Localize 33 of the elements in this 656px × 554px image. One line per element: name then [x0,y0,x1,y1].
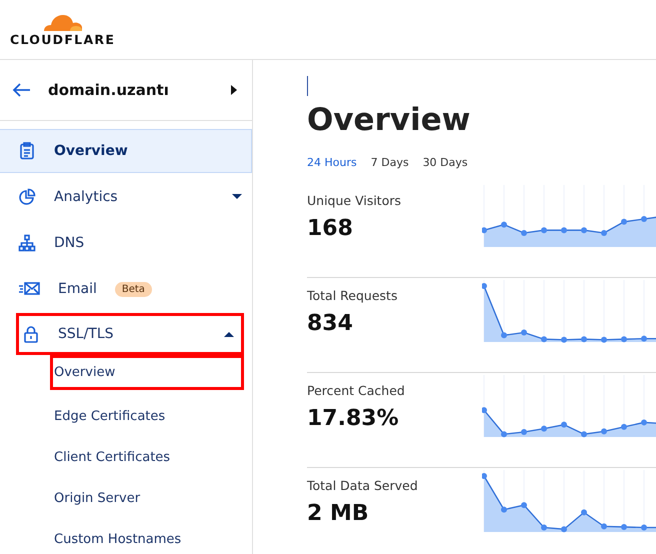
nav-item[interactable]: Overview [0,129,252,173]
metric-value: 17.83% [307,406,400,431]
nav-subitem[interactable]: Origin Server [54,478,252,519]
metric-label: Total Requests [307,288,398,303]
back-arrow-icon[interactable] [12,82,32,98]
metric-value: 168 [307,216,354,241]
nav-subitem[interactable]: Custom Hostnames [54,519,252,554]
caret-icon[interactable] [230,85,238,95]
time-range-tab[interactable]: 7 Days [370,156,409,169]
nav-item[interactable]: SSL/TLS [16,313,244,355]
nav-subitem[interactable]: Edge Certificates [54,396,252,437]
time-range-tab[interactable]: 30 Days [422,156,468,169]
metric-value: 834 [307,311,354,336]
nav-subitem[interactable]: Overview [50,355,244,390]
domain-name: domain.uzantı [48,81,170,99]
lock-icon [22,325,40,343]
metric-label: Percent Cached [307,383,406,398]
metric-value: 2 MB [307,501,370,526]
metric-label: Total Data Served [307,478,419,493]
page-title: Overview [307,102,472,138]
envelope-icon [18,280,40,298]
time-range-tab[interactable]: 24 Hours [307,156,357,169]
nav-subitem[interactable]: Client Certificates [54,437,252,478]
network-icon [18,234,36,252]
text-cursor [307,76,308,96]
nav-item[interactable]: DNS [0,221,252,265]
clipboard-icon [18,142,36,160]
pie-chart-icon [18,188,36,206]
nav-item[interactable]: Analytics [0,175,252,219]
metric-label: Unique Visitors [307,193,402,208]
beta-badge: Beta [114,282,152,296]
brand-name: CLOUDFLARE [10,32,116,47]
nav-item[interactable]: Email Beta [0,267,252,311]
